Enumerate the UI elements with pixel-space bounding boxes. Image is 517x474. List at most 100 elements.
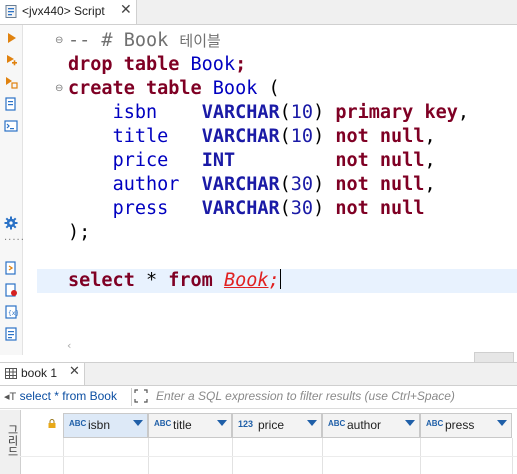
expand-filter-icon[interactable] <box>134 389 148 403</box>
column-size: 10 <box>290 102 314 123</box>
table-name: Book <box>190 54 236 75</box>
column-name: isbn <box>88 418 111 432</box>
execute-statement-icon[interactable] <box>4 31 18 45</box>
load-plan-icon[interactable] <box>4 97 18 111</box>
table-name: Book <box>212 78 258 99</box>
column-type: VARCHAR <box>201 174 280 195</box>
grid-row-divider <box>20 456 517 457</box>
editor-horizontal-scrollbar[interactable]: ‹ › <box>37 339 517 355</box>
filter-separator <box>131 388 132 406</box>
tab-script-label: <jvx440> Script <box>22 4 105 18</box>
column-constraint: not null <box>335 198 425 219</box>
explain-plan-icon[interactable] <box>4 75 18 89</box>
code-line-close: ); <box>68 221 90 245</box>
code-line-drop: drop table Book; <box>68 53 246 77</box>
close-paren: ); <box>68 222 91 243</box>
star: * <box>145 270 158 291</box>
column-header-title[interactable]: ABC title <box>148 413 232 438</box>
text-caret <box>279 269 281 289</box>
tab-script[interactable]: <jvx440> Script ✕ <box>0 0 137 24</box>
semicolon: ; <box>268 270 280 291</box>
keyword: select <box>68 270 135 291</box>
open-paren: ( <box>268 78 280 99</box>
type-badge: ABC <box>154 419 172 428</box>
code-line-create: create table Book ( <box>68 77 280 101</box>
terminal-icon[interactable] <box>4 119 18 133</box>
type-badge: ABC <box>426 419 444 428</box>
code-line-column: price INT not null, <box>68 149 436 173</box>
column-separator: , <box>424 150 436 171</box>
editor-tabbar: <jvx440> Script ✕ <box>0 0 517 25</box>
output-log-icon[interactable] <box>4 327 18 341</box>
type-badge: ABC <box>328 419 346 428</box>
code-line-column: author VARCHAR(30) not null, <box>112 174 436 195</box>
chevron-down-icon[interactable] <box>217 420 227 426</box>
column-name: author <box>347 418 382 432</box>
lock-icon <box>48 419 56 428</box>
column-name: press <box>445 418 475 432</box>
chevron-down-icon[interactable] <box>405 420 415 426</box>
toolbar-separator-dots: ····· <box>4 235 25 246</box>
results-grid[interactable]: 그리드 ABC isbn ABC title 123 price ABC aut… <box>0 410 517 474</box>
tab-results-book[interactable]: book 1 ✕ <box>0 363 85 385</box>
column-name: author <box>112 174 180 195</box>
keyword: from <box>168 270 213 291</box>
chevron-down-icon[interactable] <box>497 420 507 426</box>
column-size: 30 <box>290 198 314 219</box>
column-type: VARCHAR <box>201 102 280 123</box>
keyword: create table <box>68 78 202 99</box>
close-icon[interactable]: ✕ <box>120 2 132 18</box>
scroll-left-icon[interactable]: ‹ <box>67 339 71 352</box>
column-constraint: primary key <box>335 102 458 123</box>
close-icon[interactable]: ✕ <box>69 364 80 379</box>
code-line-select: select * from Book; <box>68 269 281 293</box>
grid-side-tab-label: 그리드 <box>6 424 19 457</box>
chevron-down-icon[interactable] <box>307 420 317 426</box>
filter-input[interactable]: Enter a SQL expression to filter results… <box>156 389 455 403</box>
export-data-icon[interactable] <box>4 261 18 275</box>
column-name: title <box>173 418 192 432</box>
code-line-column: title VARCHAR(10) not null, <box>112 126 436 147</box>
column-size: 30 <box>290 174 314 195</box>
column-constraint: not null <box>335 174 425 195</box>
query-label[interactable]: ◂T select * from Book <box>4 389 117 403</box>
table-name-error: Book <box>223 270 269 291</box>
column-constraint: not null <box>335 150 425 171</box>
grid-icon <box>5 368 17 379</box>
column-size: 10 <box>290 126 314 147</box>
svg-text:{x}: {x} <box>8 310 18 317</box>
column-constraint: not null <box>335 126 425 147</box>
comment-text: -- # Book <box>68 30 169 51</box>
comment-korean: 테이블 <box>179 32 221 50</box>
column-type: VARCHAR <box>201 126 280 147</box>
editor-side-toolbar: ····· {x} <box>0 25 25 355</box>
column-header-author[interactable]: ABC author <box>322 413 420 438</box>
variables-icon[interactable]: {x} <box>4 305 18 319</box>
results-tab-label: book 1 <box>21 366 58 380</box>
type-badge: 123 <box>238 419 254 429</box>
column-type: VARCHAR <box>201 198 280 219</box>
execute-script-icon[interactable] <box>4 53 18 67</box>
column-header-press[interactable]: ABC press <box>420 413 512 438</box>
fold-toggle-icon[interactable]: ⊖ <box>55 35 63 46</box>
chevron-down-icon[interactable] <box>133 420 143 426</box>
results-tabbar: book 1 ✕ <box>0 362 517 386</box>
column-header-isbn[interactable]: ABC isbn <box>63 413 148 438</box>
column-header-price[interactable]: 123 price <box>232 413 322 438</box>
column-separator: , <box>457 102 470 123</box>
keyword: drop table <box>68 54 180 75</box>
column-name: press <box>112 198 169 219</box>
column-name: title <box>112 126 169 147</box>
settings-gear-icon[interactable] <box>4 216 18 230</box>
error-log-icon[interactable] <box>4 283 18 297</box>
column-name: isbn <box>112 102 158 123</box>
query-text: select * from Book <box>19 389 117 403</box>
grid-side-tab[interactable]: 그리드 <box>0 410 21 474</box>
sql-script-icon <box>5 5 17 18</box>
column-name: price <box>112 150 169 171</box>
column-separator: , <box>424 126 436 147</box>
fold-toggle-icon[interactable]: ⊖ <box>55 83 63 94</box>
type-badge: ABC <box>69 419 87 428</box>
semicolon: ; <box>235 54 247 75</box>
column-name: price <box>258 418 285 432</box>
